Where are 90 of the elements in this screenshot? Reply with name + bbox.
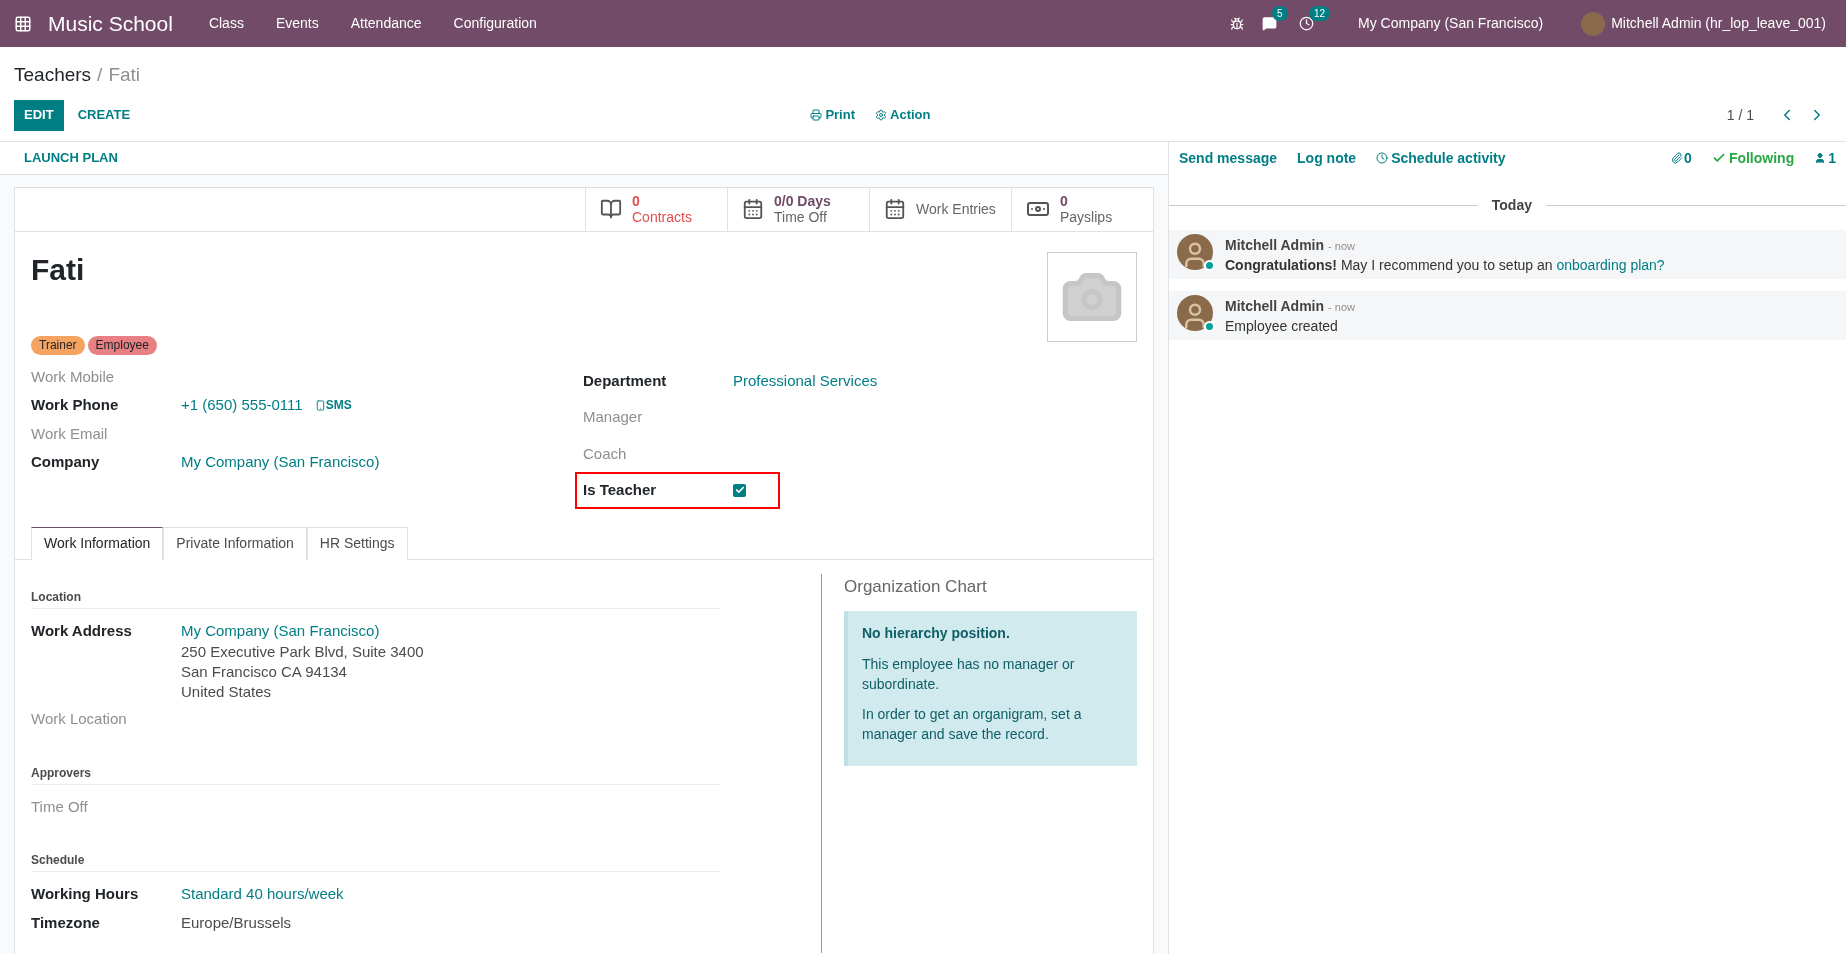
org-chart-title: Organization Chart	[844, 575, 988, 598]
field-label: Coach	[583, 443, 628, 464]
print-button[interactable]: Print	[810, 105, 855, 125]
field-label: Timezone	[31, 912, 101, 933]
tag: Employee	[87, 335, 157, 355]
address-line: United States	[181, 682, 273, 702]
clock-icon	[1376, 152, 1389, 164]
avatar	[1177, 294, 1213, 331]
field-link[interactable]: My Company (San Francisco)	[181, 619, 424, 642]
sms-link[interactable]: SMS	[314, 396, 352, 415]
avatar	[1177, 233, 1213, 270]
field-link[interactable]: My Company (San Francisco)	[181, 451, 380, 474]
field-label: Company	[31, 452, 101, 472]
paperclip-icon	[1671, 152, 1684, 164]
company-switcher[interactable]: My Company (San Francisco)	[1358, 13, 1544, 34]
field-label: Department	[583, 370, 668, 391]
address-line: 250 Executive Park Blvd, Suite 3400	[181, 642, 424, 662]
field-link[interactable]: Standard 40 hours/week	[181, 883, 344, 906]
tag: Trainer	[31, 335, 85, 355]
message-time: - now	[1328, 238, 1355, 254]
stat-button[interactable]: 0 Payslips	[1011, 187, 1153, 231]
section-title: Location	[31, 587, 721, 609]
followers-button[interactable]: 1	[1814, 147, 1836, 169]
following-button[interactable]: Following	[1711, 147, 1795, 169]
stat-button[interactable]: Work Entries	[869, 187, 1011, 231]
message-author: Mitchell Admin	[1225, 296, 1325, 316]
field-label: Work Phone	[31, 395, 120, 415]
calendar-icon	[884, 198, 906, 220]
onboarding-plan-link[interactable]: onboarding plan?	[1556, 256, 1665, 273]
activity-count-badge: 12	[1309, 6, 1331, 21]
log-note-button[interactable]: Log note	[1297, 147, 1357, 169]
attachments-button[interactable]: 0	[1671, 147, 1692, 169]
gear-icon	[875, 109, 887, 121]
person-icon	[1814, 152, 1827, 164]
phone-icon	[314, 399, 326, 411]
field-label: Working Hours	[31, 884, 140, 904]
chat-icon[interactable]	[1262, 16, 1278, 31]
tab[interactable]: Private Information	[163, 526, 307, 560]
message-body: Employee created	[1225, 316, 1339, 336]
calendar-icon	[742, 198, 764, 220]
address-line: San Francisco CA 94134	[181, 662, 348, 682]
clock-icon[interactable]	[1299, 16, 1315, 31]
field-label: Work Email	[31, 423, 109, 444]
field-label: Work Address	[31, 620, 133, 641]
tab[interactable]: Work Information	[31, 526, 164, 560]
check-icon	[1711, 151, 1726, 165]
alert-heading: No hierarchy position.	[862, 624, 1011, 643]
apps-menu-icon[interactable]	[14, 14, 32, 33]
breadcrumb-link[interactable]: Teachers	[14, 61, 92, 90]
message-author: Mitchell Admin	[1225, 235, 1325, 255]
employee-name: Fati	[31, 251, 86, 288]
menu-item[interactable]: Configuration	[437, 13, 553, 34]
field-label: Work Mobile	[31, 366, 116, 387]
field-link[interactable]: Professional Services	[733, 369, 878, 392]
schedule-activity-button[interactable]: Schedule activity	[1376, 147, 1506, 169]
field-label: Time Off	[31, 796, 89, 817]
field-label: Work Location	[31, 709, 128, 729]
checkbox[interactable]	[733, 483, 746, 497]
menu-item[interactable]: Events	[259, 13, 335, 34]
app-name[interactable]: Music School	[48, 7, 173, 40]
section-title: Schedule	[31, 851, 721, 872]
edit-button[interactable]: EDIT	[14, 99, 64, 131]
stat-button[interactable]: 0/0 Days Time Off	[727, 187, 869, 231]
breadcrumb-separator: /	[97, 63, 103, 87]
send-message-button[interactable]: Send message	[1179, 147, 1278, 169]
tab[interactable]: HR Settings	[306, 526, 408, 560]
create-button[interactable]: CREATE	[63, 99, 145, 131]
phone-link[interactable]: +1 (650) 555-0111	[181, 394, 303, 417]
field-label: Is Teacher	[583, 480, 658, 500]
menu-item[interactable]: Attendance	[334, 13, 438, 34]
book-icon	[600, 198, 622, 220]
bug-icon[interactable]	[1230, 16, 1245, 31]
user-avatar	[1581, 11, 1606, 36]
pager-value: 1 / 1	[1726, 105, 1754, 125]
field-label: Manager	[583, 407, 644, 427]
message-time: - now	[1328, 299, 1355, 315]
alert-text: This employee has no manager or subordinate.	[862, 655, 1076, 694]
user-menu[interactable]: Mitchell Admin (hr_lop_leave_001)	[1611, 13, 1826, 34]
printer-icon	[810, 109, 823, 121]
section-title: Approvers	[31, 763, 721, 785]
stat-button[interactable]: 0 Contracts	[585, 187, 727, 231]
date-separator: Today	[1490, 195, 1533, 215]
launch-plan-button[interactable]: LAUNCH PLAN	[10, 147, 132, 168]
field-value: Europe/Brussels	[181, 912, 292, 933]
action-button[interactable]: Action	[875, 105, 931, 125]
message-body: Congratulations! May I recommend you to setup an onboarding plan?	[1225, 255, 1665, 275]
message-count-badge: 5	[1272, 6, 1288, 21]
breadcrumb-current: Fati	[108, 63, 141, 87]
alert-text: In order to get an organigram, set a manager and save the record.	[862, 705, 1083, 744]
menu-item[interactable]: Class	[192, 13, 260, 34]
